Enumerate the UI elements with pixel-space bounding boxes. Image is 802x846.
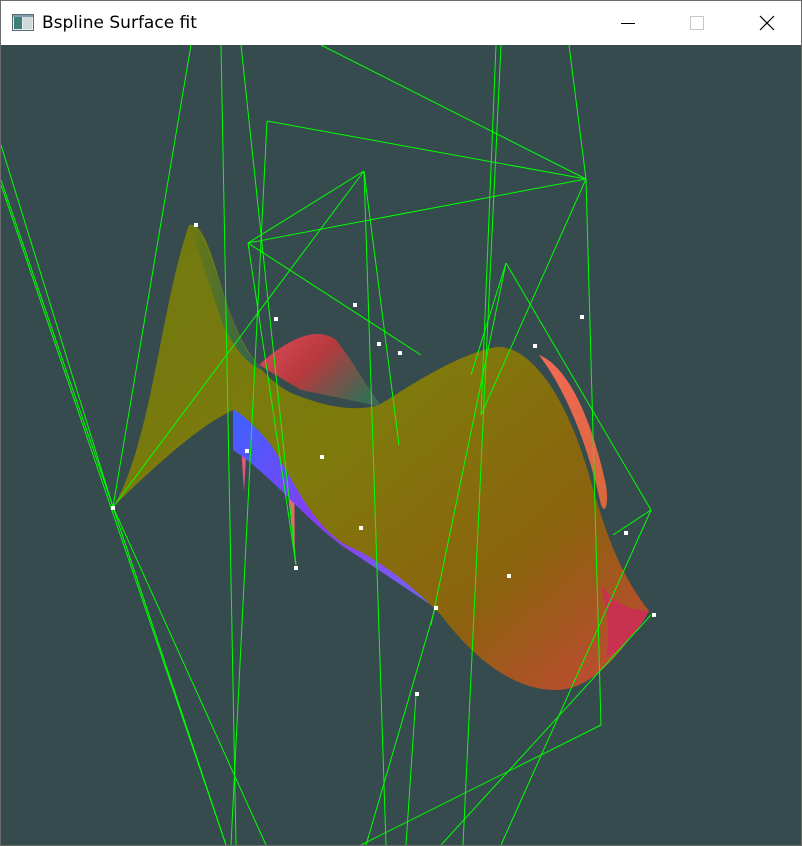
minimize-button[interactable]	[593, 1, 662, 45]
maximize-icon	[689, 16, 704, 30]
title-bar[interactable]: Bspline Surface fit	[1, 1, 801, 45]
app-window-icon	[12, 14, 34, 31]
minimize-icon	[620, 23, 635, 24]
bspline-scene	[1, 45, 656, 845]
maximize-button[interactable]	[662, 1, 731, 45]
bspline-surface	[113, 224, 649, 690]
close-icon	[759, 15, 774, 31]
window-title: Bspline Surface fit	[42, 13, 197, 33]
close-button[interactable]	[732, 1, 801, 45]
application-window: Bspline Surface fit	[0, 0, 802, 846]
render-viewport[interactable]	[1, 45, 801, 845]
